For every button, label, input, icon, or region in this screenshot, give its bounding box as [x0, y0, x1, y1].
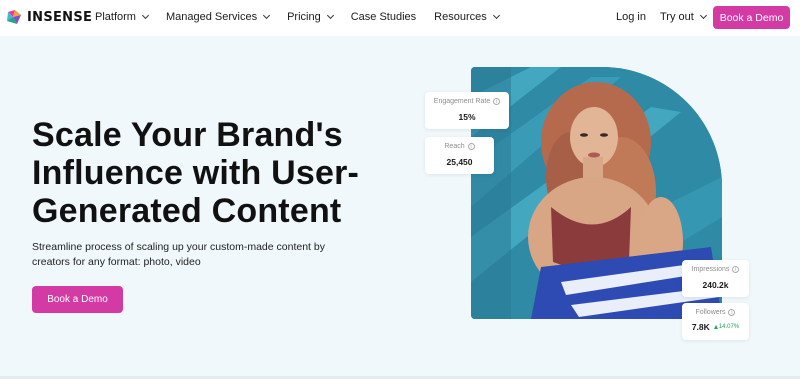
menu-item-label: Managed Services — [165, 11, 258, 23]
growth-value: 14.07% — [718, 324, 740, 330]
followers-card: Followers i 7.8K 14.07% — [682, 303, 749, 340]
login-link[interactable]: Log in — [616, 11, 646, 23]
stat-value: 240.2k — [702, 280, 729, 290]
info-icon[interactable]: i — [732, 266, 740, 273]
reach-card: Reach i 25,450 — [425, 137, 494, 174]
stat-label: Impressions — [691, 266, 730, 273]
menu-item-platform[interactable]: Platform — [95, 11, 150, 23]
growth-indicator: 14.07% — [713, 324, 740, 330]
stat-value: 15% — [458, 112, 476, 122]
try-out-label: Try out — [660, 11, 694, 23]
logo-wordmark: INSENSE — [27, 9, 93, 25]
info-icon[interactable]: i — [467, 143, 475, 150]
logo-mark-icon — [6, 9, 22, 25]
top-navigation: INSENSE Platform Managed Services Pricin… — [0, 0, 800, 36]
menu-item-label: Resources — [434, 11, 487, 23]
stat-value: 25,450 — [446, 157, 473, 167]
menu-item-label: Pricing — [287, 11, 321, 23]
chevron-down-icon — [326, 11, 334, 20]
impressions-card: Impressions i 240.2k — [682, 260, 749, 297]
try-out-menu[interactable]: Try out — [660, 11, 707, 23]
menu-item-resources[interactable]: Resources — [434, 11, 500, 23]
hero-headline: Scale Your Brand's Influence with User-G… — [32, 116, 360, 230]
menu-item-pricing[interactable]: Pricing — [287, 11, 334, 23]
menu-item-case-studies[interactable]: Case Studies — [351, 11, 416, 23]
engagement-rate-card: Engagement Rate i 15% — [425, 92, 509, 129]
info-icon[interactable]: i — [728, 309, 736, 316]
menu-item-managed-services[interactable]: Managed Services — [165, 11, 271, 23]
menu-item-label: Case Studies — [350, 11, 417, 23]
stat-label: Followers — [695, 309, 726, 316]
stat-value: 7.8K — [691, 322, 710, 332]
stat-label: Engagement Rate — [433, 98, 491, 105]
stat-label: Reach — [444, 143, 465, 150]
insense-logo[interactable]: INSENSE — [6, 9, 92, 25]
chevron-down-icon — [492, 11, 500, 20]
hero-subheadline: Streamline process of scaling up your cu… — [32, 241, 325, 268]
nav-book-demo-button[interactable]: Book a Demo — [713, 6, 790, 29]
chevron-down-icon — [263, 11, 271, 20]
menu-item-label: Platform — [95, 11, 136, 23]
arrow-up-icon — [713, 325, 718, 329]
chevron-down-icon — [141, 11, 150, 20]
hero-book-demo-button[interactable]: Book a Demo — [32, 286, 123, 313]
info-icon[interactable]: i — [493, 98, 501, 105]
chevron-down-icon — [699, 11, 707, 20]
main-menu: Platform Managed Services Pricing Case S… — [95, 11, 517, 23]
